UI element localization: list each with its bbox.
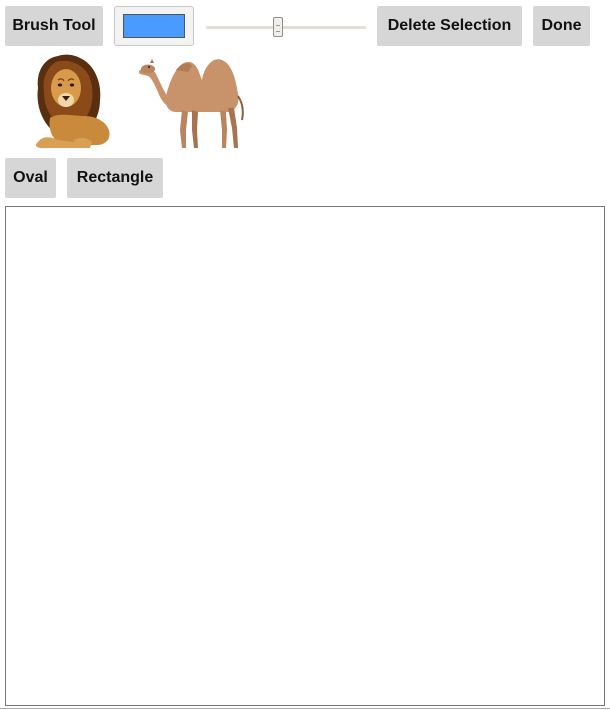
oval-button[interactable]: Oval	[5, 158, 56, 198]
delete-selection-button[interactable]: Delete Selection	[377, 6, 522, 46]
color-picker[interactable]	[114, 6, 194, 46]
color-swatch	[123, 14, 185, 38]
rectangle-button[interactable]: Rectangle	[67, 158, 163, 198]
divider	[0, 708, 610, 709]
camel-sticker[interactable]	[136, 50, 248, 152]
drawing-canvas[interactable]	[5, 206, 605, 706]
slider-track	[206, 26, 366, 29]
brush-size-slider[interactable]	[206, 16, 366, 38]
slider-thumb[interactable]	[273, 17, 283, 37]
brush-tool-button[interactable]: Brush Tool	[5, 6, 103, 46]
lion-sticker[interactable]	[28, 50, 112, 152]
done-button[interactable]: Done	[533, 6, 590, 46]
